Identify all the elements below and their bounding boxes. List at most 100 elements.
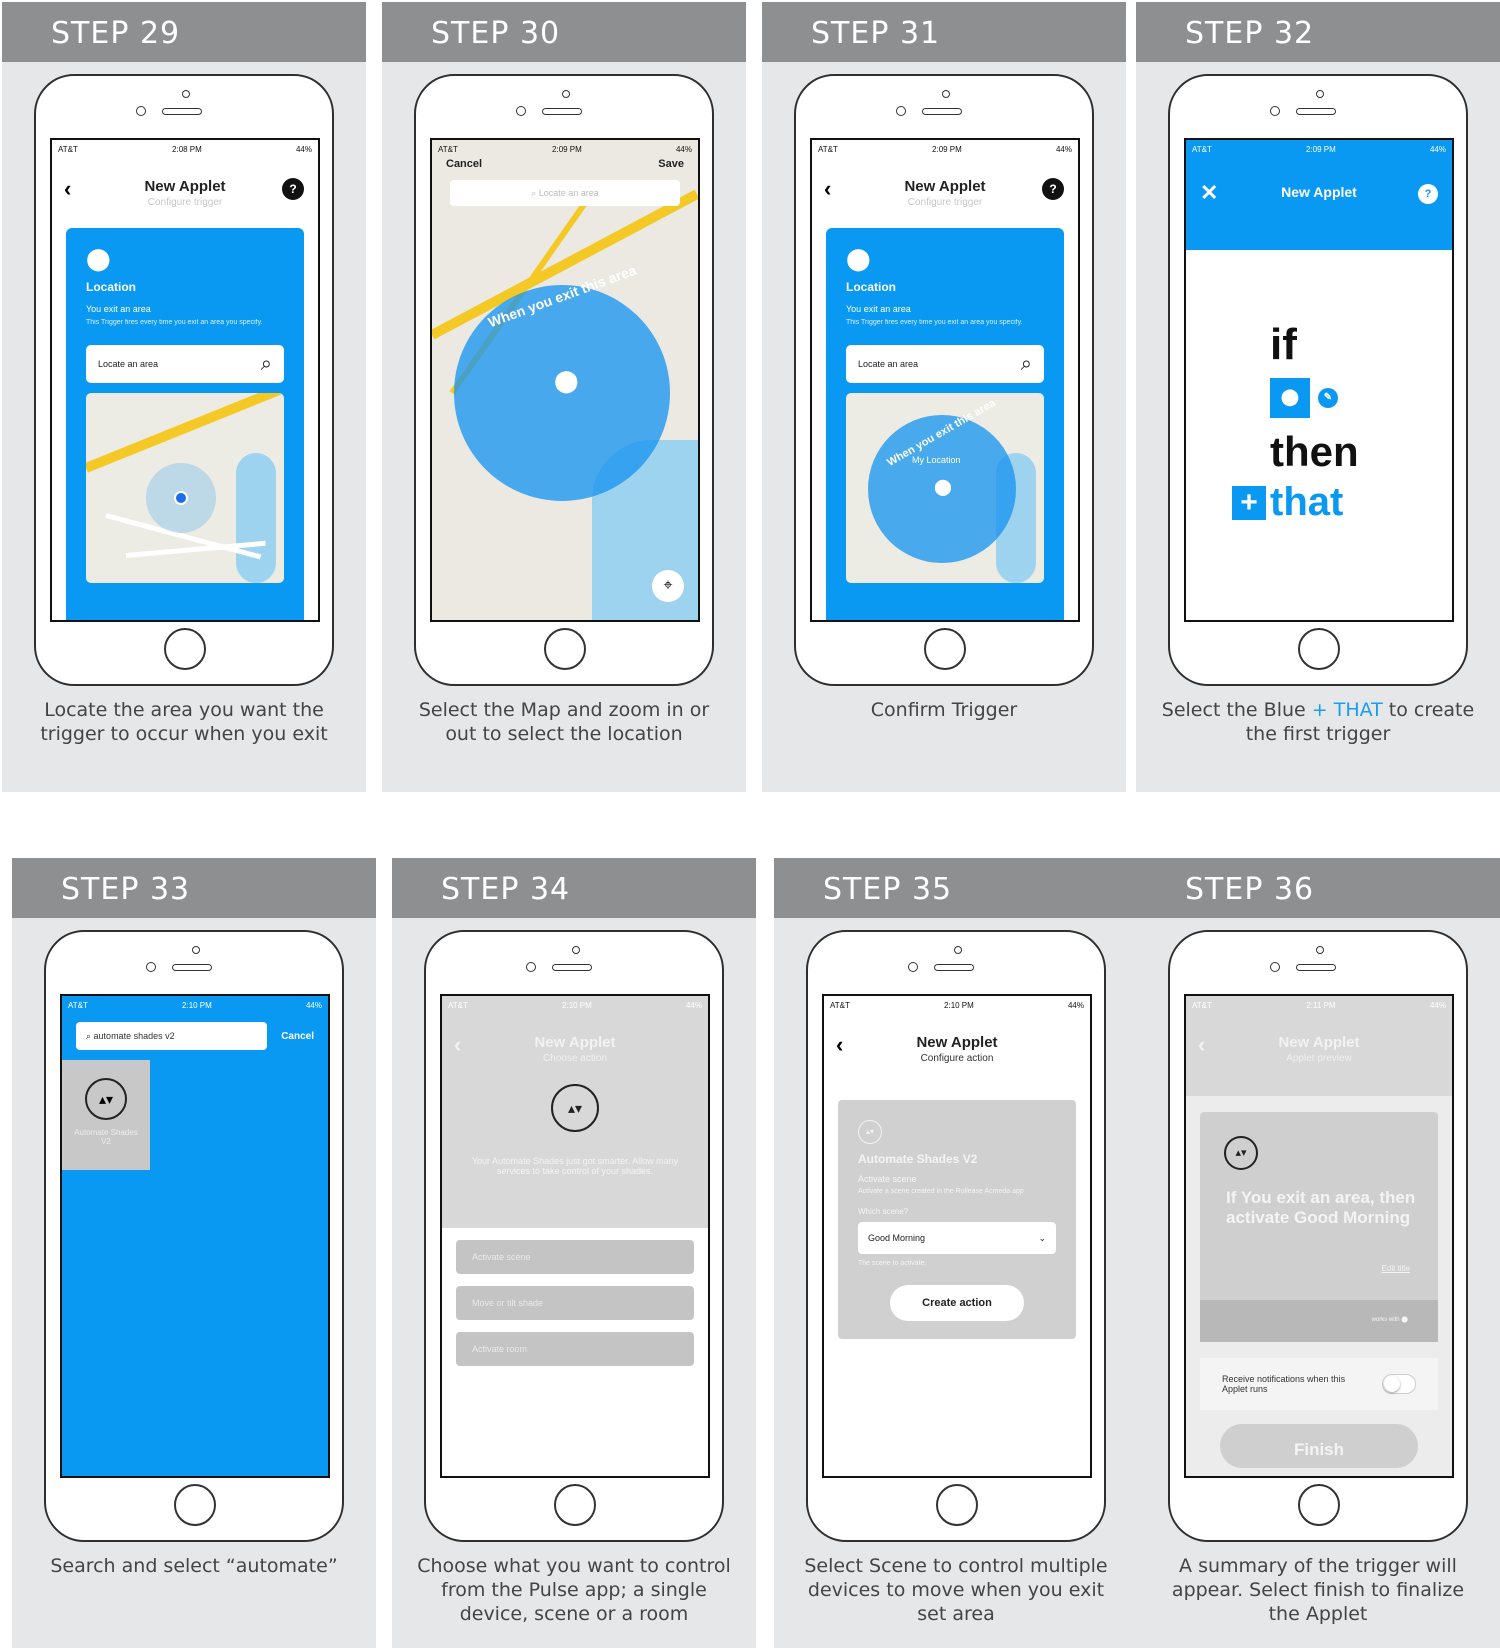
trigger-description: This Trigger fires every time you exit a… [846, 319, 1023, 326]
add-that-button[interactable]: + that [1232, 480, 1452, 525]
step-caption: Choose what you want to control from the… [417, 1555, 731, 1625]
page-title: New Applet [904, 178, 986, 195]
location-pin-icon: ⬤ [934, 479, 952, 496]
notification-toggle[interactable] [1382, 1374, 1416, 1394]
step-caption: A summary of the trigger will appear. Se… [1171, 1555, 1465, 1625]
step-label: STEP 30 [382, 2, 746, 62]
home-button [936, 1484, 978, 1526]
current-location-dot [174, 491, 188, 505]
locate-area-input[interactable]: Locate an area ⌕ [86, 345, 284, 383]
step-card-35: STEP 35 AT&T 2:10 PM 44% ‹ New Applet Conf… [774, 858, 1138, 1648]
step-label: STEP 31 [762, 2, 1126, 62]
automate-shades-icon: ▴▾ [551, 1084, 599, 1132]
applet-summary: If You exit an area, then activate Good … [1226, 1188, 1416, 1227]
location-pin-icon: ⬤ [86, 246, 111, 271]
step-card-32: STEP 32 AT&T 2:09 PM 44% ✕ New Applet ? if… [1136, 2, 1500, 792]
action-description: Activate a scene created in the Rollease… [858, 1188, 1024, 1195]
chevron-down-icon: ⌄ [1038, 1232, 1046, 1243]
status-bar: AT&T 2:08 PM 44% [58, 144, 312, 154]
map-view[interactable] [86, 393, 284, 583]
step-label: STEP 36 [1136, 858, 1500, 918]
page-title: New Applet [1281, 184, 1357, 200]
search-input[interactable]: ⌕ automate shades v2 [76, 1022, 268, 1050]
phone-frame: AT&T 2:10 PM 44% ‹ New Applet Configure ac… [806, 930, 1106, 1542]
location-pin-icon: ⬤ [554, 368, 579, 393]
map-search-input[interactable]: ⌕ Locate an area [450, 180, 680, 206]
applet-summary-card: ▴▾ If You exit an area, then activate Go… [1200, 1112, 1438, 1342]
option-move-tilt-shade[interactable]: Move or tilt shade [456, 1286, 694, 1320]
close-icon[interactable]: ✕ [1200, 180, 1218, 206]
step-caption: Confirm Trigger [870, 699, 1018, 721]
option-activate-scene[interactable]: Activate scene [456, 1240, 694, 1274]
locate-area-input[interactable]: Locate an area ⌕ [846, 345, 1044, 383]
step-caption: Select Scene to control multiple devices… [804, 1555, 1108, 1625]
home-button [924, 628, 966, 670]
my-location-label: My Location [912, 455, 961, 465]
edit-title-link[interactable]: Edit title [1382, 1264, 1410, 1273]
nav-bar: ‹ New Applet Configure action [824, 1014, 1090, 1100]
save-button[interactable]: Save [658, 158, 684, 170]
status-bar: AT&T 2:11 PM 44% [1192, 1000, 1446, 1010]
home-button [554, 1484, 596, 1526]
trigger-name: You exit an area [86, 304, 151, 314]
step-label: STEP 35 [774, 858, 1138, 918]
step-card-36: STEP 36 AT&T 2:11 PM 44% ‹ New Applet Appl… [1136, 858, 1500, 1648]
back-icon[interactable]: ‹ [836, 1032, 843, 1058]
trigger-description: This Trigger fires every time you exit a… [86, 319, 263, 326]
works-with-bar: works with ⬤ [1200, 1300, 1438, 1342]
status-bar: AT&T 2:10 PM 44% [448, 1000, 702, 1010]
home-button [164, 628, 206, 670]
then-label: then [1270, 428, 1359, 475]
step-caption: Select the Map and zoom in or out to sel… [418, 699, 710, 745]
phone-frame: AT&T 2:10 PM 44% ⌕ automate shades v2 Canc… [44, 930, 344, 1542]
edit-icon[interactable]: ✎ [1318, 388, 1338, 408]
cancel-button[interactable]: Cancel [446, 158, 482, 170]
option-activate-room[interactable]: Activate room [456, 1332, 694, 1366]
step-card-31: STEP 31 AT&T 2:09 PM 44% ‹ New Applet Conf… [762, 2, 1126, 792]
page-title: New Applet [1278, 1034, 1360, 1051]
recenter-icon[interactable]: ⌖ [652, 570, 684, 602]
nav-bar: ‹ New Applet Choose action [442, 1014, 708, 1066]
back-icon[interactable]: ‹ [64, 176, 71, 202]
search-result-tile[interactable]: ▴▾ Automate Shades V2 [62, 1060, 150, 1170]
action-card: ▴▾ Automate Shades V2 Activate scene Act… [838, 1100, 1076, 1339]
phone-screen: AT&T 2:10 PM 44% ‹ New Applet Configure ac… [822, 994, 1092, 1478]
phone-screen: When you exit this area ⬤ ⌖ AT&T 2:09 PM 4… [430, 138, 700, 622]
create-action-button[interactable]: Create action [890, 1285, 1024, 1321]
map-view[interactable]: When you exit this area My Location ⬤ [846, 393, 1044, 583]
home-button [544, 628, 586, 670]
status-bar: AT&T 2:09 PM 44% [818, 144, 1072, 154]
map-view[interactable]: When you exit this area ⬤ ⌖ [432, 140, 698, 620]
page-subtitle: Configure trigger [147, 197, 223, 208]
step-card-33: STEP 33 AT&T 2:10 PM 44% ⌕ automate shades… [12, 858, 376, 1648]
trigger-card: ⬤ Location You exit an area This Trigger… [826, 228, 1064, 620]
cancel-button[interactable]: Cancel [281, 1031, 314, 1042]
phone-screen: AT&T 2:10 PM 44% ‹ New Applet Choose actio… [440, 994, 710, 1478]
back-icon[interactable]: ‹ [824, 176, 831, 202]
help-icon[interactable]: ? [282, 178, 304, 200]
status-bar: AT&T 2:09 PM 44% [1192, 144, 1446, 154]
page-subtitle: Applet preview [1286, 1053, 1352, 1064]
help-icon[interactable]: ? [1042, 178, 1064, 200]
step-card-34: STEP 34 AT&T 2:10 PM 44% ‹ New Applet Choo… [392, 858, 756, 1648]
automate-shades-icon: ▴▾ [858, 1120, 882, 1144]
step-label: STEP 32 [1136, 2, 1500, 62]
field-label: Which scene? [858, 1207, 909, 1216]
trigger-name: You exit an area [846, 304, 911, 314]
if-label: if [1270, 320, 1297, 369]
phone-frame: AT&T 2:09 PM 44% ‹ New Applet Configure tr… [794, 74, 1094, 686]
search-icon: ⌕ [1020, 352, 1032, 375]
search-icon: ⌕ [260, 352, 272, 375]
phone-screen: AT&T 2:09 PM 44% ‹ New Applet Configure tr… [810, 138, 1080, 622]
location-trigger-icon[interactable]: ⬤ [1270, 378, 1310, 418]
location-pin-icon: ⬤ [846, 246, 871, 271]
automate-shades-icon: ▴▾ [85, 1078, 127, 1120]
scene-select[interactable]: Good Morning ⌄ [858, 1222, 1056, 1254]
phone-frame: AT&T 2:09 PM 44% ✕ New Applet ? if ⬤ ✎ the… [1168, 74, 1468, 686]
help-icon[interactable]: ? [1418, 184, 1438, 204]
back-icon[interactable]: ‹ [1198, 1032, 1205, 1058]
finish-button[interactable]: Finish [1220, 1424, 1418, 1468]
phone-frame: AT&T 2:08 PM 44% ‹ New Applet Configure tr… [34, 74, 334, 686]
field-help: The scene to activate. [858, 1260, 927, 1267]
back-icon[interactable]: ‹ [454, 1032, 461, 1058]
